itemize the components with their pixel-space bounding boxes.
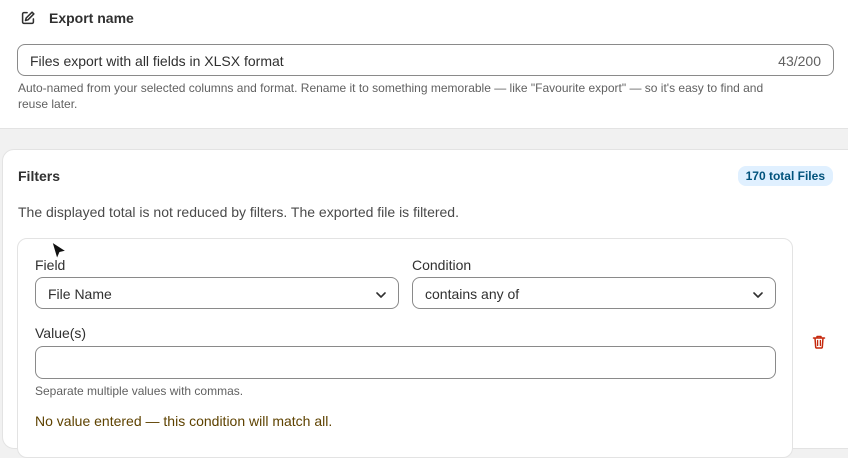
export-name-title: Export name (49, 10, 134, 26)
values-label: Value(s) (35, 325, 87, 341)
export-name-help-line2: reuse later. (18, 97, 78, 111)
no-value-warning: No value entered — this condition will m… (35, 413, 333, 429)
edit-icon (21, 11, 35, 25)
export-name-input[interactable]: Files export with all fields in XLSX for… (17, 44, 834, 76)
chevron-down-icon (753, 292, 763, 298)
mouse-cursor-icon (51, 240, 68, 261)
total-files-badge: 170 total Files (737, 166, 833, 186)
values-help: Separate multiple values with commas. (35, 384, 244, 398)
character-counter: 43/200 (778, 53, 821, 69)
condition-select-value: contains any of (425, 286, 520, 302)
filters-title: Filters (18, 168, 61, 184)
field-select[interactable]: File Name (35, 277, 399, 309)
export-name-help-line1: Auto-named from your selected columns an… (18, 81, 764, 95)
filters-note: The displayed total is not reduced by fi… (18, 204, 459, 220)
field-select-value: File Name (48, 286, 112, 302)
chevron-down-icon (376, 292, 386, 298)
export-name-value: Files export with all fields in XLSX for… (30, 53, 284, 69)
condition-select[interactable]: contains any of (412, 277, 776, 309)
values-input[interactable] (35, 346, 776, 379)
trash-icon[interactable] (811, 334, 827, 350)
condition-label: Condition (412, 257, 472, 273)
